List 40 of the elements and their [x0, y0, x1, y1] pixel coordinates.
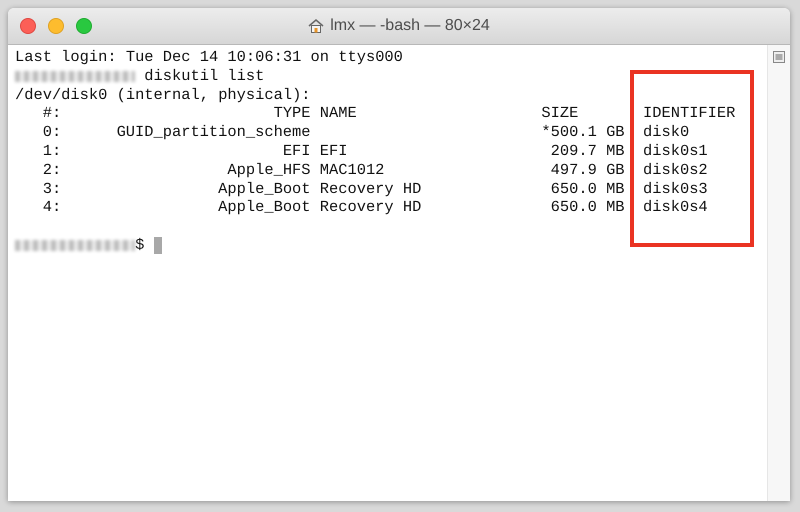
table-cell: Apple_HFS — [227, 160, 311, 180]
table-cell: disk0s1 — [643, 142, 708, 161]
table-cell: disk0 — [643, 123, 690, 142]
column-header: IDENTIFIER — [643, 104, 736, 124]
table-cell: 497.9 GB — [550, 160, 625, 180]
prompt-symbol: $ — [135, 236, 144, 255]
column-header: NAME — [320, 104, 357, 124]
table-cell: 1: — [42, 142, 62, 161]
table-cell: EFI — [282, 142, 311, 161]
table-cell: Recovery HD — [320, 198, 422, 218]
table-cell: 650.0 MB — [550, 180, 625, 198]
table-cell: EFI — [320, 142, 348, 161]
table-cell: 3: — [42, 180, 62, 198]
minimize-button[interactable] — [48, 18, 64, 34]
table-cell: *500.1 GB — [541, 123, 625, 142]
table-cell: 4: — [42, 198, 62, 218]
house-icon — [308, 18, 324, 34]
table-cell: Apple_Boot — [218, 180, 311, 198]
terminal-command: diskutil list — [143, 66, 264, 86]
table-cell: Recovery HD — [320, 180, 422, 198]
table-cell: 0: — [42, 123, 62, 142]
close-button[interactable] — [20, 18, 36, 34]
table-cell: MAC1012 — [320, 160, 384, 180]
text-cursor — [154, 236, 162, 254]
column-header: #: — [42, 104, 62, 124]
window-title: lmx — -bash — 80×24 — [330, 17, 490, 35]
table-cell: disk0s2 — [643, 160, 708, 180]
table-cell: 2: — [42, 160, 62, 180]
table-cell: 650.0 MB — [550, 198, 625, 218]
table-cell: Apple_Boot — [218, 198, 311, 218]
table-cell: 209.7 MB — [550, 142, 625, 161]
table-cell: disk0s4 — [643, 198, 708, 218]
menu-icon[interactable] — [773, 51, 785, 63]
column-header: TYPE — [274, 104, 311, 124]
terminal-line: /dev/disk0 (internal, physical): — [15, 86, 311, 104]
terminal-line: Last login: Tue Dec 14 10:06:31 on ttys000 — [15, 48, 403, 67]
table-cell: GUID_partition_scheme — [116, 123, 311, 142]
table-cell: disk0s3 — [643, 180, 708, 198]
column-header: SIZE — [541, 104, 578, 124]
zoom-button[interactable] — [76, 18, 92, 34]
